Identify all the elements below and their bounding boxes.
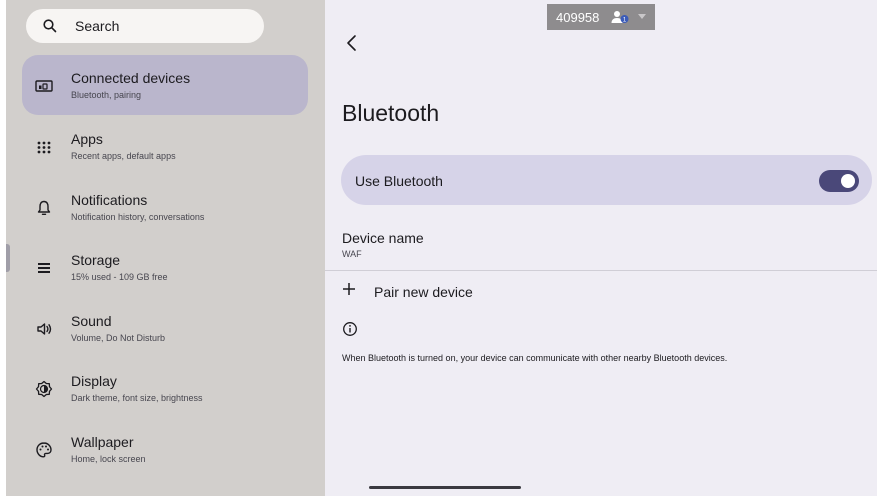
search-icon bbox=[43, 19, 57, 33]
sidebar-item-subtitle: 15% used - 109 GB free bbox=[71, 272, 168, 282]
search-label: Search bbox=[75, 18, 120, 34]
chevron-down-icon bbox=[638, 14, 646, 19]
sidebar-item-notifications[interactable]: Notifications Notification history, conv… bbox=[22, 177, 308, 237]
apps-grid-icon bbox=[37, 141, 51, 154]
side-panel-handle[interactable] bbox=[6, 244, 10, 272]
sidebar-item-wallpaper[interactable]: Wallpaper Home, lock screen bbox=[22, 419, 308, 479]
brightness-icon bbox=[35, 380, 53, 398]
settings-window: Search Connected devices Bluetooth, pair… bbox=[6, 0, 877, 496]
use-bluetooth-label: Use Bluetooth bbox=[355, 173, 443, 189]
sidebar-item-subtitle: Home, lock screen bbox=[71, 454, 146, 464]
gesture-navigation-bar[interactable] bbox=[369, 486, 521, 489]
user-account-icon: 1 bbox=[611, 11, 629, 23]
sidebar-item-subtitle: Notification history, conversations bbox=[71, 212, 205, 222]
sidebar-item-display[interactable]: Display Dark theme, font size, brightnes… bbox=[22, 358, 308, 418]
sidebar-item-apps[interactable]: Apps Recent apps, default apps bbox=[22, 116, 308, 176]
search-bar[interactable]: Search bbox=[26, 9, 264, 43]
sidebar-item-subtitle: Recent apps, default apps bbox=[71, 151, 176, 161]
sidebar-item-connected-devices[interactable]: Connected devices Bluetooth, pairing bbox=[22, 55, 308, 115]
bell-icon bbox=[37, 200, 51, 216]
sidebar-item-storage[interactable]: Storage 15% used - 109 GB free bbox=[22, 237, 308, 297]
sidebar-item-title: Storage bbox=[71, 252, 121, 268]
sidebar-item-title: Display bbox=[71, 373, 117, 389]
divider bbox=[325, 270, 877, 271]
sidebar-item-subtitle: Volume, Do Not Disturb bbox=[71, 333, 166, 343]
sidebar-item-subtitle: Bluetooth, pairing bbox=[71, 90, 142, 100]
device-name-label[interactable]: Device name bbox=[342, 230, 424, 246]
bluetooth-toggle[interactable] bbox=[819, 170, 859, 192]
pair-new-device-label: Pair new device bbox=[374, 284, 473, 300]
user-id: 409958 bbox=[556, 10, 600, 25]
device-name-value: WAF bbox=[342, 249, 362, 259]
info-icon bbox=[343, 322, 357, 336]
back-arrow-icon[interactable] bbox=[344, 34, 360, 52]
bluetooth-settings-pane: 409958 1 Bluetooth Use Bluetooth Device … bbox=[325, 0, 877, 496]
volume-icon bbox=[37, 323, 52, 335]
toggle-knob bbox=[841, 174, 855, 188]
user-account-chip[interactable]: 409958 1 bbox=[547, 4, 655, 30]
page-title: Bluetooth bbox=[342, 100, 440, 126]
palette-icon bbox=[36, 442, 52, 458]
sidebar-item-title: Sound bbox=[71, 313, 112, 329]
sidebar-item-title: Apps bbox=[71, 131, 103, 147]
pair-new-device-button[interactable]: Pair new device bbox=[342, 280, 642, 304]
sidebar: Search Connected devices Bluetooth, pair… bbox=[6, 0, 325, 496]
connected-devices-icon bbox=[35, 80, 53, 92]
sidebar-item-title: Connected devices bbox=[71, 70, 191, 86]
sidebar-item-title: Wallpaper bbox=[71, 434, 134, 450]
use-bluetooth-row[interactable]: Use Bluetooth bbox=[341, 155, 872, 205]
sidebar-item-title: Notifications bbox=[71, 192, 148, 208]
sidebar-item-subtitle: Dark theme, font size, brightness bbox=[71, 393, 203, 403]
info-footer-text: When Bluetooth is turned on, your device… bbox=[342, 353, 728, 363]
plus-icon bbox=[343, 283, 355, 295]
sidebar-item-sound[interactable]: Sound Volume, Do Not Disturb bbox=[22, 298, 308, 358]
storage-icon bbox=[38, 263, 50, 273]
